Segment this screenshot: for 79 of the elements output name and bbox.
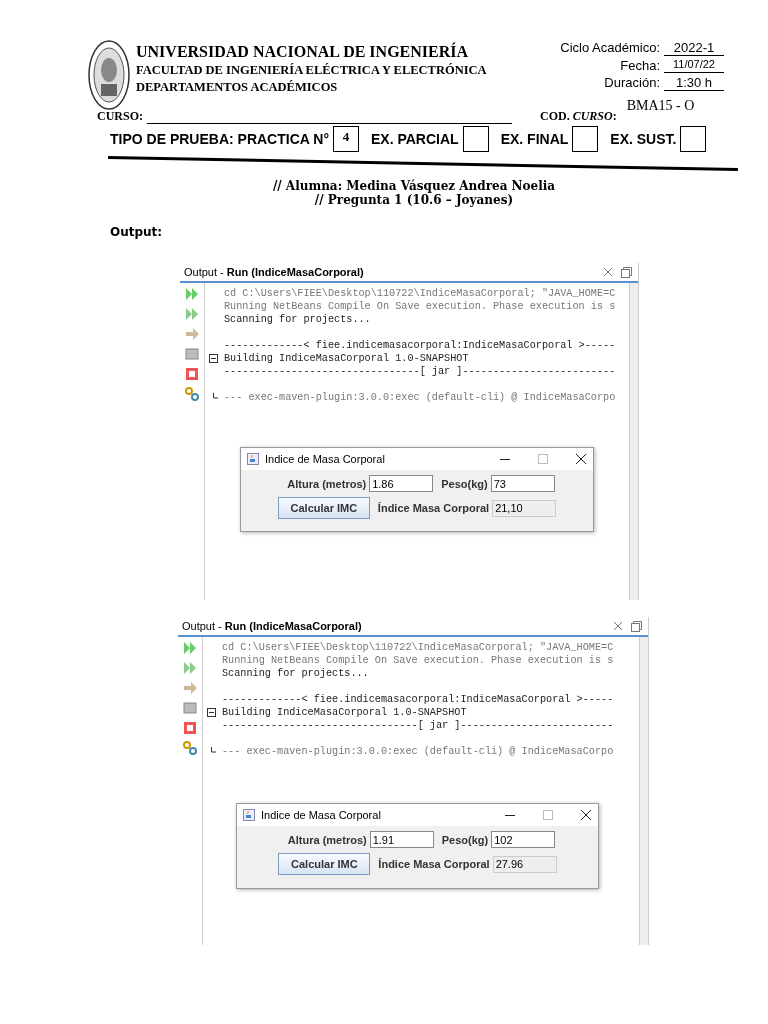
console-line: -------------< fiee.indicemasacorporal:IndiceMasaCorporal >----- [224, 340, 616, 351]
restore-icon [621, 266, 632, 278]
info-label: Duración: [604, 75, 660, 91]
field-label: Altura (metros) [287, 477, 367, 490]
course-label: CURSO: [97, 109, 143, 124]
arrow-icon [185, 327, 199, 341]
output-label: Output: [110, 225, 164, 239]
dialog-title: Indice de Masa Corporal [265, 453, 386, 465]
number-box: 4 [333, 126, 359, 152]
department-name: DEPARTAMENTOS ACADÉMICOS [136, 80, 339, 92]
scrollbar[interactable] [639, 637, 648, 945]
test-type-label: TIPO DE PRUEBA: PRACTICA N° [110, 131, 329, 147]
console-line: --- exec-maven-plugin:3.0.0:exec (default-cli) @ IndiceMasaCorpo [224, 392, 616, 403]
info-value: 11/07/22 [664, 58, 724, 73]
student-name: // Alumna: Medina Vásquez Andrea Noelia [271, 179, 557, 193]
question-title: // Pregunta 1 (10.6 – Joyanes) [313, 193, 515, 207]
console-line: --- exec-maven-plugin:3.0.0:exec (default-cli) @ IndiceMasaCorpo [222, 746, 614, 757]
rerun-icon [183, 641, 197, 655]
close-icon [603, 267, 613, 277]
scrollbar[interactable] [629, 283, 638, 600]
calculate-button[interactable]: Calcular IMC [278, 853, 371, 875]
weight-field[interactable]: 102 [491, 831, 556, 848]
info-label: Ciclo Académico: [560, 40, 660, 56]
console-line: Running NetBeans Compile On Save execution. Phase execution is s [222, 655, 614, 666]
java-cup-icon [243, 809, 255, 821]
close-icon [613, 621, 623, 631]
console-line: Scanning for projects... [224, 314, 371, 325]
course-code-label: COD. CURSO: [540, 109, 617, 124]
panel-title[interactable]: Output - Run (IndiceMasaCorporal) [184, 266, 595, 278]
console-line: -------------< fiee.indicemasacorporal:IndiceMasaCorporal >----- [222, 694, 614, 705]
stop-icon [185, 367, 199, 381]
field-label: Índice Masa Corporal [377, 502, 490, 514]
console-line: cd C:\Users\FIEE\Desktop\110722\IndiceMasaCorporal; "JAVA_HOME=C [222, 642, 614, 653]
field-label: Índice Masa Corporal [378, 858, 490, 870]
gear-icon [183, 741, 197, 755]
weight-field[interactable]: 73 [490, 475, 555, 492]
collapse-icon [209, 354, 218, 363]
result-field[interactable]: 27.96 [492, 855, 557, 873]
test-type-label: EX. PARCIAL [371, 131, 459, 147]
console-line: --------------------------------[ jar ]------------------------- [224, 366, 616, 377]
faculty-name: FACULTAD DE INGENIERÍA ELÉCTRICA Y ELECTRÓNICA [136, 63, 488, 78]
info-value: 2022-1 [664, 40, 724, 56]
result-field[interactable]: 21,10 [492, 499, 557, 517]
console-line: Building IndiceMasaCorporal 1.0-SNAPSHOT [224, 353, 469, 364]
university-seal-icon [88, 40, 130, 110]
field-label: Peso(kg) [441, 477, 488, 490]
info-label: Fecha: [620, 58, 660, 73]
rerun-icon [185, 287, 199, 301]
course-code-value: BMA15 - O [626, 98, 695, 114]
collapse-icon [207, 708, 216, 717]
window-icon [183, 701, 197, 715]
maximize-icon [542, 809, 554, 821]
dialog-title: Indice de Masa Corporal [261, 809, 382, 821]
rerun-icon [185, 307, 199, 321]
info-value: 1:30 h [664, 75, 724, 91]
test-type-label: EX. FINAL [500, 131, 569, 147]
gear-icon [185, 387, 199, 401]
close-icon [575, 453, 587, 465]
close-icon [580, 809, 592, 821]
height-field[interactable]: 1.86 [369, 475, 434, 492]
arrow-icon [183, 681, 197, 695]
console-line: Building IndiceMasaCorporal 1.0-SNAPSHOT [222, 707, 467, 718]
window-icon [185, 347, 199, 361]
restore-icon [631, 620, 642, 632]
field-label: Altura (metros) [287, 833, 367, 846]
university-name: UNIVERSIDAD NACIONAL DE INGENIERÍA [136, 43, 470, 61]
field-label: Peso(kg) [441, 833, 489, 846]
test-type-label: EX. SUST. [610, 131, 677, 147]
console-line: cd C:\Users\FIEE\Desktop\110722\IndiceMasaCorporal; "JAVA_HOME=C [224, 288, 616, 299]
calculate-button[interactable]: Calcular IMC [277, 497, 370, 519]
panel-title[interactable]: Output - Run (IndiceMasaCorporal) [182, 620, 605, 632]
console-line: Running NetBeans Compile On Save execution. Phase execution is s [224, 301, 616, 312]
stop-icon [183, 721, 197, 735]
rerun-icon [183, 661, 197, 675]
java-cup-icon [247, 453, 259, 465]
maximize-icon [537, 453, 549, 465]
console-line: --------------------------------[ jar ]------------------------- [222, 720, 614, 731]
height-field[interactable]: 1.91 [369, 831, 434, 848]
console-line: Scanning for projects... [222, 668, 369, 679]
